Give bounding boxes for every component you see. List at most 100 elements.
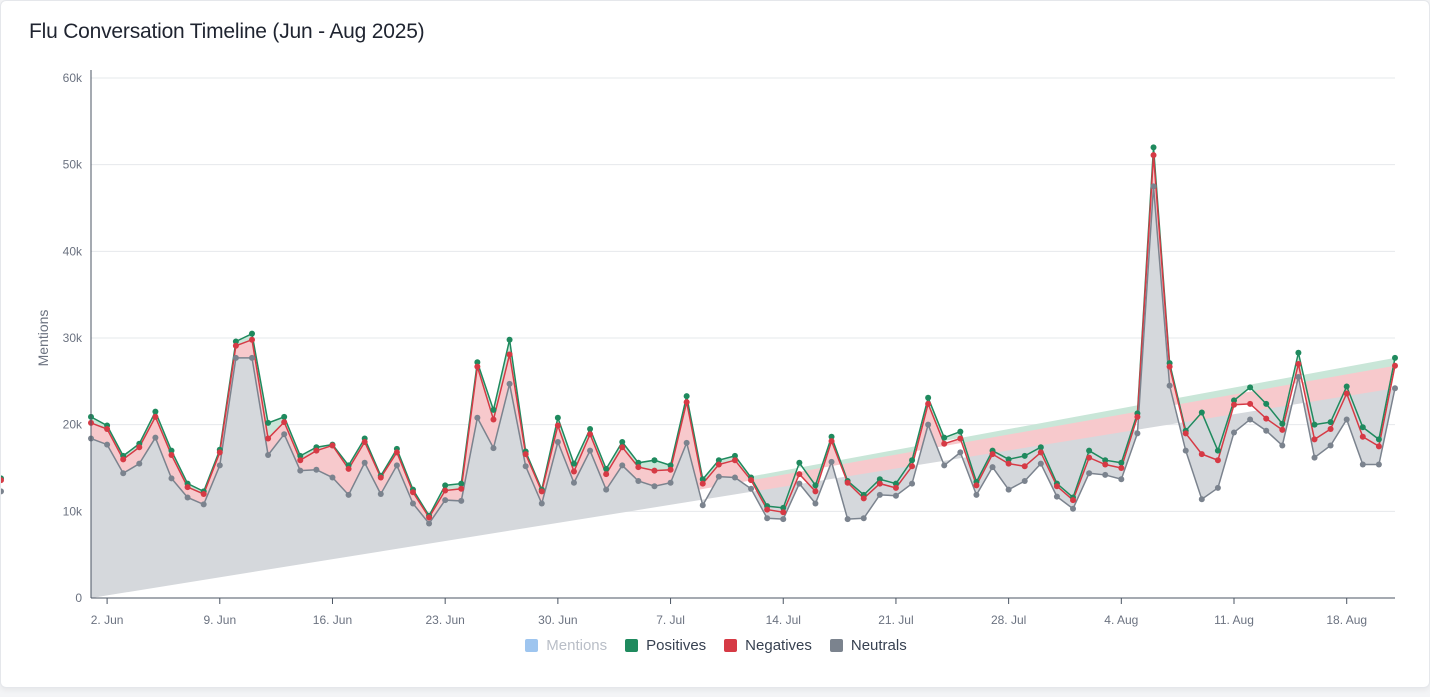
series-lines — [1, 144, 1398, 527]
data-point — [265, 452, 272, 458]
data-point — [1198, 496, 1205, 503]
data-point — [812, 482, 819, 489]
data-point — [1311, 436, 1318, 443]
data-point — [1198, 409, 1205, 416]
data-point — [1247, 400, 1254, 407]
data-point — [715, 473, 722, 480]
data-point — [1102, 471, 1109, 478]
x-tick-label: 14. Jul — [766, 613, 801, 627]
data-point — [699, 480, 706, 487]
data-point — [731, 474, 738, 481]
data-point — [941, 462, 948, 469]
data-point — [1021, 478, 1028, 484]
data-point — [1086, 454, 1093, 461]
data-point — [1198, 451, 1205, 458]
data-point — [490, 416, 497, 423]
data-point — [1392, 385, 1398, 392]
data-point — [554, 422, 561, 429]
data-point — [1327, 426, 1334, 432]
data-point — [554, 439, 561, 445]
y-tick-label: 50k — [63, 158, 83, 172]
legend-swatch — [525, 639, 539, 652]
data-point — [265, 435, 272, 442]
y-axis-title: Mentions — [35, 310, 51, 367]
data-point — [458, 480, 465, 487]
legend-item-mentions[interactable]: Mentions — [525, 637, 607, 654]
data-point — [667, 466, 674, 473]
data-point — [216, 462, 223, 469]
legend-label: Negatives — [745, 637, 812, 654]
data-point — [248, 336, 255, 343]
legend-item-neutrals[interactable]: Neutrals — [829, 637, 907, 654]
data-point — [683, 393, 690, 400]
x-tick-label: 7. Jul — [656, 613, 685, 627]
data-point — [1279, 426, 1286, 433]
data-point — [603, 465, 610, 472]
data-point — [1150, 144, 1157, 151]
data-point — [1182, 430, 1189, 437]
data-point — [458, 497, 465, 504]
y-tick-label: 30k — [63, 331, 83, 345]
data-point — [1182, 447, 1189, 454]
data-point — [265, 419, 272, 426]
legend-swatch — [625, 639, 639, 652]
data-point — [828, 438, 835, 445]
data-point — [152, 413, 159, 420]
y-tick-label: 0 — [75, 591, 82, 605]
data-point — [699, 502, 706, 509]
data-point — [1343, 416, 1350, 423]
data-point — [1263, 427, 1270, 434]
legend-item-positives[interactable]: Positives — [625, 637, 706, 654]
data-point — [329, 474, 336, 481]
data-point — [377, 474, 384, 481]
data-point — [1005, 486, 1012, 493]
y-tick-label: 20k — [63, 418, 83, 432]
data-point — [1311, 454, 1318, 461]
data-point — [957, 449, 964, 456]
data-point — [490, 445, 497, 452]
data-point — [925, 394, 932, 401]
data-point — [522, 451, 529, 458]
data-point — [1343, 390, 1350, 397]
data-point — [426, 520, 433, 527]
data-point — [1214, 484, 1221, 491]
data-point — [297, 467, 304, 474]
data-point — [1327, 442, 1334, 449]
data-point — [1295, 361, 1302, 367]
data-point — [1231, 401, 1238, 408]
data-point — [876, 491, 883, 498]
data-point — [683, 399, 690, 406]
data-point — [1021, 463, 1028, 470]
data-point — [152, 408, 159, 415]
data-point — [1037, 460, 1044, 467]
data-point — [1134, 430, 1141, 437]
data-point — [780, 516, 787, 523]
chart-card: Flu Conversation Timeline (Jun - Aug 202… — [0, 0, 1430, 688]
data-point — [860, 515, 867, 522]
data-point — [1086, 447, 1093, 454]
data-point — [1327, 419, 1334, 426]
data-point — [1311, 421, 1318, 428]
data-point — [1375, 436, 1382, 443]
data-point — [1086, 470, 1093, 477]
data-point — [538, 488, 545, 495]
data-point — [104, 426, 111, 432]
data-point — [587, 431, 594, 438]
data-point — [909, 463, 916, 470]
data-point — [748, 477, 755, 484]
data-point — [1279, 420, 1286, 427]
data-point — [796, 471, 803, 478]
data-point — [764, 515, 771, 522]
data-point — [136, 460, 143, 467]
data-point — [973, 491, 980, 498]
data-point — [506, 351, 513, 358]
data-point — [1359, 461, 1366, 468]
series-areas — [91, 147, 1395, 598]
legend-item-negatives[interactable]: Negatives — [724, 637, 812, 654]
data-point — [1005, 460, 1012, 467]
data-point — [651, 467, 658, 474]
data-point — [1166, 382, 1173, 389]
data-point — [1231, 429, 1238, 436]
data-point — [1392, 354, 1398, 361]
data-point — [667, 479, 674, 486]
